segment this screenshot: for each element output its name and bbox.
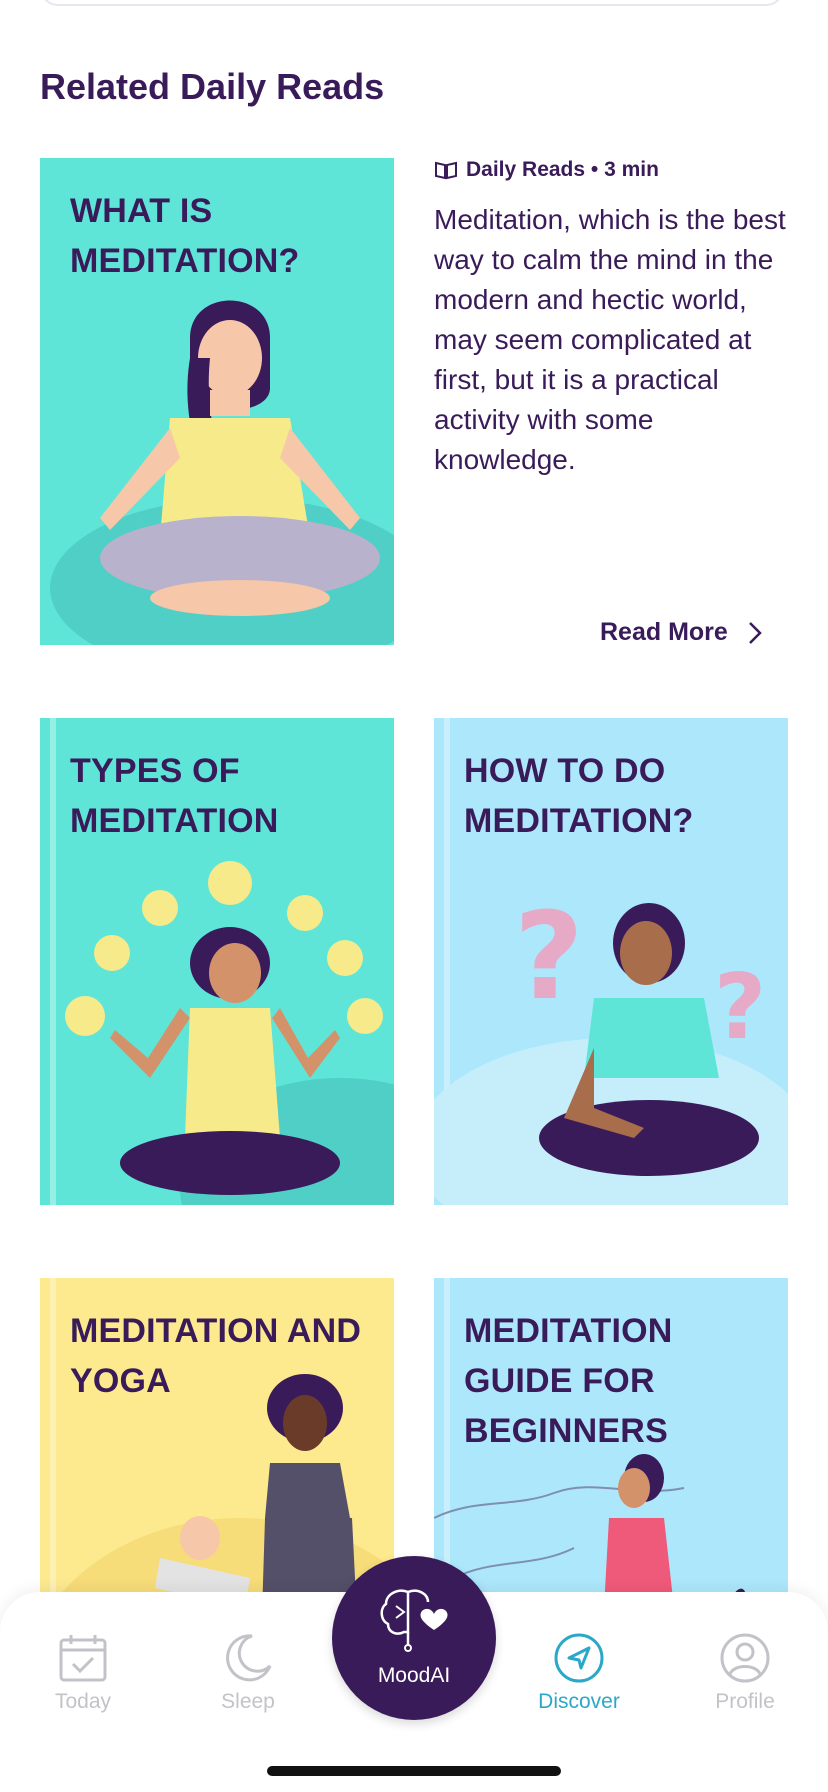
read-more-label: Read More: [600, 618, 728, 646]
tab-profile[interactable]: Profile: [685, 1632, 805, 1714]
meta-label: Daily Reads • 3 min: [466, 158, 659, 181]
tab-label: Sleep: [221, 1690, 275, 1713]
book-icon: [435, 161, 457, 180]
search-bar-edge: [40, 0, 784, 6]
svg-text:?: ?: [514, 888, 584, 1027]
tab-label: Discover: [538, 1690, 620, 1713]
chevron-right-icon: [748, 621, 762, 644]
book-card[interactable]: TYPES OF MEDITATION: [40, 718, 394, 1205]
moodai-label: MoodAI: [377, 1664, 451, 1687]
user-circle-icon: [720, 1633, 770, 1683]
tab-discover[interactable]: Discover: [519, 1632, 639, 1714]
daily-reads-meta: Daily Reads • 3 min: [434, 158, 659, 182]
svg-text:?: ?: [714, 955, 766, 1060]
compass-send-icon: [554, 1633, 604, 1683]
moon-icon: [226, 1634, 272, 1682]
tab-today[interactable]: Today: [23, 1632, 143, 1714]
book-card[interactable]: HOW TO DO MEDITATION? ? ?: [434, 718, 788, 1205]
section-title: Related Daily Reads: [40, 66, 385, 107]
home-indicator: [267, 1766, 561, 1776]
featured-description: Meditation, which is the best way to cal…: [434, 204, 786, 475]
tab-label: Today: [54, 1690, 112, 1713]
question-meditation-illustration: ? ?: [434, 888, 788, 1205]
brain-heart-icon: [380, 1589, 448, 1652]
calendar-check-icon: [59, 1635, 107, 1682]
tab-label: Profile: [715, 1690, 775, 1713]
featured-book-cover[interactable]: WHAT IS MEDITATION?: [40, 158, 394, 645]
juggling-meditation-illustration: [65, 861, 394, 1205]
read-more-button[interactable]: Read More: [600, 618, 762, 647]
meditating-woman-illustration: [50, 300, 394, 645]
tab-sleep[interactable]: Sleep: [188, 1632, 308, 1714]
moodai-button[interactable]: MoodAI: [332, 1556, 496, 1720]
